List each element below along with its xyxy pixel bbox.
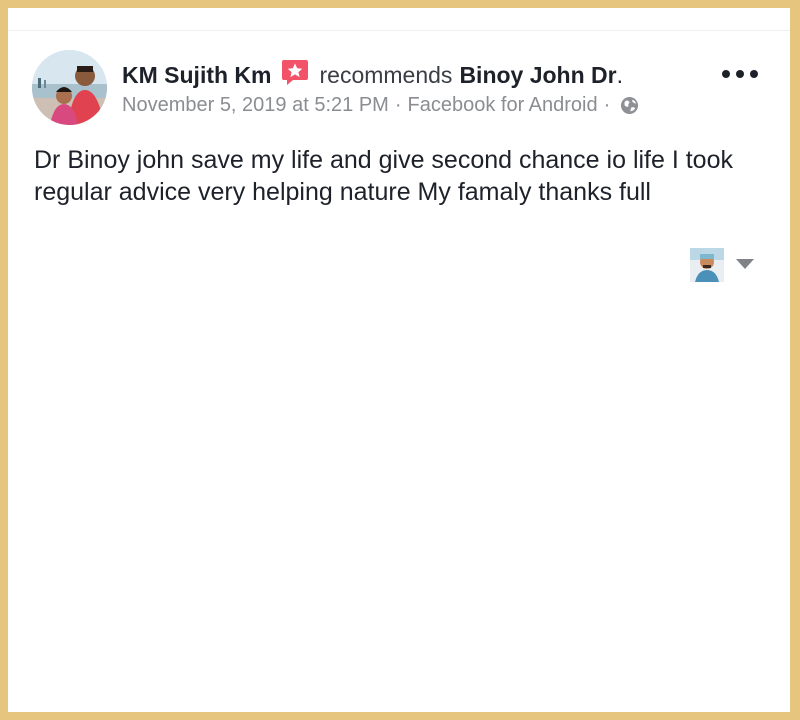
post-body: Dr Binoy john save my life and give seco… bbox=[34, 146, 733, 206]
chevron-down-icon[interactable] bbox=[736, 259, 754, 269]
recommendation-star-icon bbox=[280, 57, 310, 87]
globe-icon[interactable] bbox=[620, 96, 639, 115]
actor-photo bbox=[690, 248, 724, 282]
meta-separator: · bbox=[394, 94, 402, 116]
author-photo bbox=[32, 50, 107, 125]
more-options-button[interactable] bbox=[722, 66, 758, 82]
author-name-link[interactable]: KM Sujith Km bbox=[122, 62, 272, 89]
post-timestamp-link[interactable]: November 5, 2019 at 5:21 PM bbox=[122, 94, 389, 117]
dot-icon bbox=[722, 70, 730, 78]
dot-icon bbox=[750, 70, 758, 78]
post-meta: November 5, 2019 at 5:21 PM · Facebook f… bbox=[122, 94, 639, 117]
header-period: . bbox=[616, 61, 623, 88]
divider bbox=[8, 30, 790, 31]
review-card: KM Sujith Km recommends Binoy John Dr. N… bbox=[8, 8, 790, 712]
actor-avatar[interactable] bbox=[690, 248, 724, 282]
recommends-label: recommends bbox=[319, 61, 453, 88]
dot-icon bbox=[736, 70, 744, 78]
post-header: KM Sujith Km recommends Binoy John Dr. bbox=[122, 60, 623, 90]
meta-separator: · bbox=[603, 94, 611, 116]
post-source: Facebook for Android bbox=[407, 94, 598, 116]
author-avatar[interactable] bbox=[32, 50, 107, 125]
page-name-link[interactable]: Binoy John Dr bbox=[459, 62, 616, 89]
